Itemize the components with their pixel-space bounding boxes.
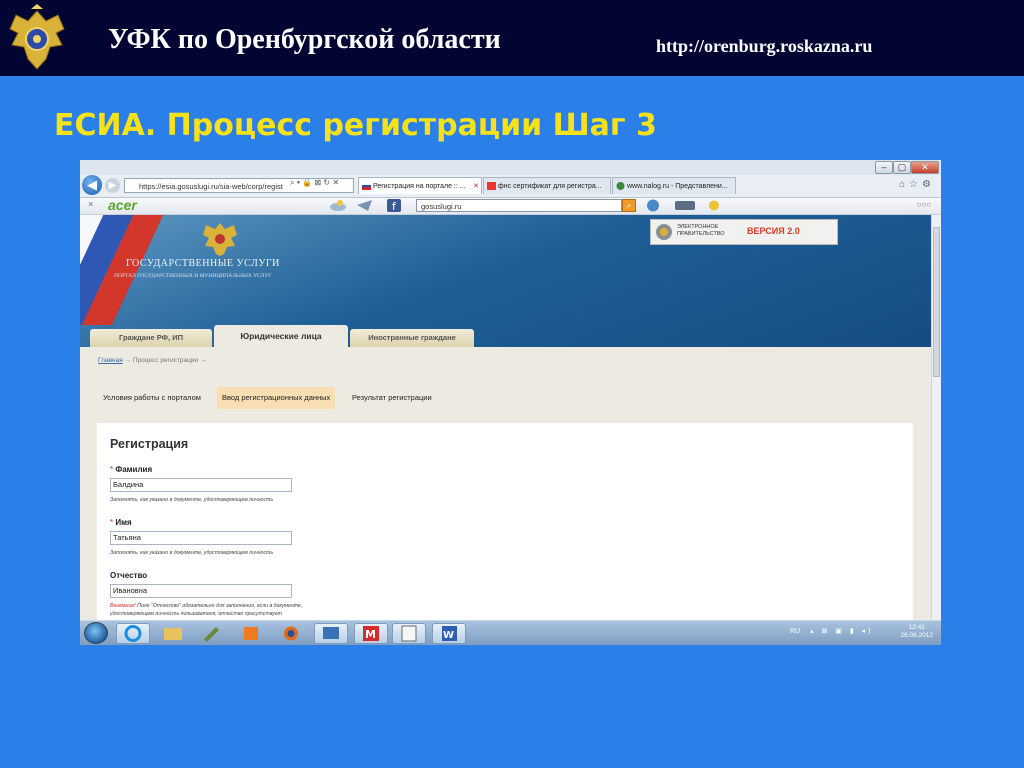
tab-legal-entities[interactable]: Юридические лица — [214, 325, 348, 347]
maximize-button[interactable]: ▢ — [893, 161, 911, 174]
system-clock[interactable]: 12:41 26.06.2012 — [900, 624, 933, 640]
egov-badge[interactable]: ЭЛЕКТРОННОЕ ПРАВИТЕЛЬСТВО ВЕРСИЯ 2.0 — [650, 219, 838, 245]
portal-name: ГОСУДАРСТВЕННЫЕ УСЛУГИ — [126, 258, 280, 269]
russian-flag-icon — [362, 182, 371, 190]
tray-icons[interactable]: ▴ ⊠ ▣ ▮ ◂) — [810, 627, 873, 635]
start-button-icon[interactable] — [84, 622, 108, 644]
folder-taskbar-icon[interactable] — [156, 623, 190, 644]
label-text: Имя — [115, 518, 132, 527]
portal-tabs: Граждане РФ, ИП Юридические лица Иностра… — [80, 325, 931, 347]
breadcrumb-current: Процесс регистрации — [132, 357, 199, 364]
breadcrumb: Главная → Процесс регистрации → — [98, 357, 206, 364]
surname-input[interactable]: Балдина — [110, 478, 292, 492]
tab-label: фнс сертификат для регистра... — [498, 183, 602, 190]
field-label-surname: * Фамилия — [110, 465, 152, 474]
egov-version: ВЕРСИЯ 2.0 — [747, 226, 800, 236]
browser-screenshot: – ▢ ✕ ◀ ▶ https://esia.gosuslugi.ru/sia-… — [80, 160, 941, 645]
egov-label: ЭЛЕКТРОННОЕ ПРАВИТЕЛЬСТВО — [677, 224, 725, 237]
browser-navbar: ◀ ▶ https://esia.gosuslugi.ru/sia-web/co… — [80, 175, 941, 198]
toolbar-close-icon[interactable]: × — [88, 199, 93, 209]
portal-banner: ГОСУДАРСТВЕННЫЕ УСЛУГИ ПОРТАЛ ГОСУДАРСТВ… — [80, 215, 931, 347]
ie-taskbar-icon[interactable] — [116, 623, 150, 644]
media-player-taskbar-icon[interactable] — [234, 623, 268, 644]
minimize-button[interactable]: – — [875, 161, 893, 174]
breadcrumb-separator: → — [124, 357, 132, 364]
acer-logo: acer — [108, 197, 137, 213]
weather-icon[interactable] — [328, 199, 348, 212]
m-app-taskbar-icon[interactable]: M — [354, 623, 388, 644]
clock-time: 12:41 — [908, 624, 925, 631]
tab-foreign-citizens[interactable]: Иностранные граждане — [350, 329, 474, 347]
tab-registration[interactable]: Регистрация на портале :: ... ✕ — [358, 177, 482, 194]
name-hint: Заполнять, как указано в документе, удос… — [110, 550, 274, 556]
tab-label: Регистрация на портале :: ... — [373, 183, 466, 190]
mail-icon[interactable] — [356, 199, 374, 212]
toolbar-more-icon[interactable]: ○○○ — [917, 200, 932, 209]
hint-text: Поле "Отчество" обязательно для заполнен… — [135, 603, 303, 609]
treasury-emblem-icon — [9, 4, 65, 70]
org-title: УФК по Оренбургской области — [108, 24, 501, 55]
search-icon[interactable]: ⌕ — [622, 199, 636, 212]
nalog-icon — [616, 182, 625, 190]
field-label-patronymic: Отчество — [110, 571, 148, 580]
back-arrow-icon[interactable]: ◀ — [82, 175, 102, 195]
close-window-button[interactable]: ✕ — [911, 161, 939, 174]
scrollbar-thumb[interactable] — [933, 227, 940, 377]
globe-icon[interactable] — [646, 199, 660, 212]
clock-date: 26.06.2012 — [900, 632, 933, 639]
portal-subtitle: ПОРТАЛ ГОСУДАРСТВЕННЫХ И МУНИЦИПАЛЬНЫХ У… — [114, 273, 272, 279]
step-enter-data[interactable]: Ввод регистрационных данных — [217, 387, 336, 409]
gosuslugi-portal: ГОСУДАРСТВЕННЫЕ УСЛУГИ ПОРТАЛ ГОСУДАРСТВ… — [80, 215, 931, 620]
slide-header: УФК по Оренбургской области http://orenb… — [0, 0, 1024, 76]
app-window-taskbar-icon[interactable] — [314, 623, 348, 644]
warning-label: Внимание! — [110, 603, 136, 609]
double-headed-eagle-icon — [203, 223, 237, 256]
name-input[interactable]: Татьяна — [110, 531, 292, 545]
surname-hint: Заполнять, как указано в документе, удос… — [110, 497, 274, 503]
tab-nalog[interactable]: www.nalog.ru - Представлени... — [612, 177, 736, 194]
windows-taskbar: M W RU ▴ ⊠ ▣ ▮ ◂) 12:41 26.06.2012 — [80, 620, 941, 645]
tab-close-icon[interactable]: ✕ — [473, 178, 479, 194]
required-mark: * — [110, 465, 114, 474]
breadcrumb-home-link[interactable]: Главная — [98, 357, 123, 364]
video-icon[interactable] — [674, 199, 696, 212]
home-star-gear-icons[interactable]: ⌂☆⚙ — [899, 179, 935, 190]
slide-title: ЕСИА. Процесс регистрации Шаг 3 — [54, 108, 657, 143]
svg-text:W: W — [443, 630, 454, 641]
patronymic-input[interactable]: Ивановна — [110, 584, 292, 598]
russian-flag-ribbon — [80, 215, 168, 325]
field-label-name: * Имя — [110, 518, 132, 527]
firefox-taskbar-icon[interactable] — [274, 623, 308, 644]
org-url-link[interactable]: http://orenburg.roskazna.ru — [656, 36, 872, 57]
yandex-icon — [487, 182, 496, 190]
page-scrollbar[interactable] — [931, 215, 941, 620]
tab-fns-certificate[interactable]: фнс сертификат для регистра... — [483, 177, 611, 194]
acer-toolbar: × acer f gosuslugi.ru ⌕ ○○○ — [80, 198, 941, 215]
patronymic-hint-line2: удостоверяющем личность пользователя, от… — [110, 611, 282, 617]
registration-form: Регистрация * Фамилия Балдина Заполнять,… — [97, 423, 913, 620]
toolbar-search-input[interactable]: gosuslugi.ru — [416, 199, 622, 212]
step-result[interactable]: Результат регистрации — [347, 387, 437, 409]
label-text: Фамилия — [115, 465, 153, 474]
word-taskbar-icon[interactable]: W — [432, 623, 466, 644]
tab-citizens[interactable]: Граждане РФ, ИП — [90, 329, 212, 347]
facebook-icon[interactable]: f — [387, 199, 401, 212]
puzzle-icon[interactable] — [706, 199, 722, 212]
window-titlebar: – ▢ ✕ — [80, 160, 941, 175]
required-mark: * — [110, 518, 114, 527]
patronymic-hint: Внимание! Поле "Отчество" обязательно дл… — [110, 603, 302, 609]
form-title: Регистрация — [110, 437, 189, 451]
egov-seal-icon — [656, 224, 672, 240]
breadcrumb-separator: → — [199, 357, 207, 364]
tools-taskbar-icon[interactable] — [194, 623, 228, 644]
svg-text:M: M — [365, 628, 376, 641]
tab-label: www.nalog.ru - Представлени... — [627, 183, 728, 190]
forward-arrow-icon[interactable]: ▶ — [105, 178, 120, 193]
document-taskbar-icon[interactable] — [392, 623, 426, 644]
address-controls[interactable]: ⌕ ▾ 🔒 ⊠ ↻ ✕ — [290, 178, 339, 188]
language-indicator[interactable]: RU — [790, 628, 800, 635]
step-portal-terms[interactable]: Условия работы с порталом — [98, 387, 206, 409]
